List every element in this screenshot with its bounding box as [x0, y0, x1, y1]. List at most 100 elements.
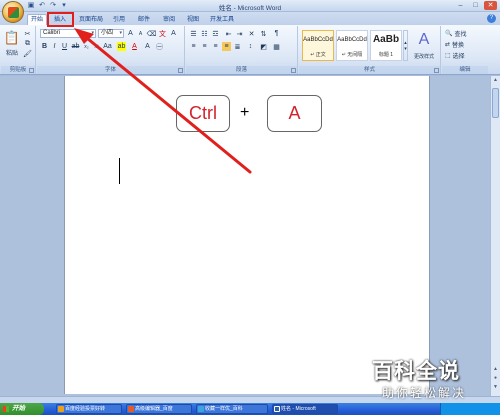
select-button[interactable]: ⬚ 选择	[445, 51, 465, 60]
font-color-icon[interactable]: A	[130, 42, 139, 51]
align-right-icon[interactable]: ≡	[211, 42, 220, 51]
show-marks-icon[interactable]: ¶	[272, 29, 281, 38]
tab-view[interactable]: 视图	[184, 15, 202, 25]
cut-icon[interactable]: ✂	[23, 29, 32, 38]
change-styles-icon[interactable]: A	[410, 30, 438, 50]
close-button[interactable]: ✕	[484, 1, 497, 10]
tab-home[interactable]: 开始	[27, 14, 47, 25]
ctrl-key-graphic: Ctrl	[176, 95, 230, 132]
window-controls: – □ ✕	[454, 1, 497, 10]
font-name-combo[interactable]: Calibri ▾	[40, 29, 96, 38]
multilevel-list-icon[interactable]: ☲	[211, 29, 220, 38]
sort-icon[interactable]: ⇅	[259, 29, 268, 38]
change-styles-label[interactable]: 更改样式	[408, 51, 440, 61]
taskbar-item-label: 姓名 - Microsoft	[281, 406, 316, 412]
style-sample: AaBb	[372, 34, 400, 45]
tab-review[interactable]: 审阅	[160, 15, 178, 25]
taskbar-item[interactable]: 高级编辑器_百度	[126, 404, 192, 414]
paste-icon[interactable]: 📋	[4, 29, 20, 47]
find-icon: 🔍	[445, 31, 453, 37]
increase-indent-icon[interactable]: ⇥	[235, 29, 244, 38]
shading-icon[interactable]: ◩	[259, 42, 268, 51]
watermark: 百科全说 助你轻松解决	[372, 355, 492, 400]
taskbar-item[interactable]: 收藏一样优_百科	[196, 404, 268, 414]
document-page[interactable]	[64, 76, 430, 394]
align-center-icon[interactable]: ≡	[200, 42, 209, 51]
superscript-icon[interactable]: x²	[92, 42, 101, 51]
scroll-up-icon[interactable]: ▲	[492, 77, 499, 85]
taskbar-item-label: 百度经验投票好转	[65, 406, 106, 412]
app-icon	[128, 406, 134, 412]
office-button[interactable]	[2, 1, 24, 23]
style-name: 标题 1	[378, 52, 394, 58]
chinese-layout-icon[interactable]: ✕	[247, 29, 256, 38]
paragraph-dialog-launcher[interactable]	[291, 68, 296, 73]
align-left-icon[interactable]: ≡	[189, 42, 198, 51]
insert-tab-highlight	[47, 12, 74, 27]
styles-group-label: 样式	[299, 66, 440, 74]
numbering-icon[interactable]: ☷	[200, 29, 209, 38]
style-sample: AaBbCcDd	[337, 37, 367, 43]
style-name: ↵ 无间隔	[341, 52, 363, 58]
enclose-chars-icon[interactable]: ㊀	[155, 42, 164, 51]
bullets-icon[interactable]: ☰	[189, 29, 198, 38]
vertical-scrollbar[interactable]: ▲ ▲ ● ▼	[490, 76, 500, 396]
style-normal[interactable]: AaBbCcDd ↵ 正文	[302, 30, 334, 61]
decrease-indent-icon[interactable]: ⇤	[224, 29, 233, 38]
font-size-combo[interactable]: 小四 ▾	[98, 29, 124, 38]
phonetic-guide-icon[interactable]: 文	[158, 29, 167, 38]
tab-developer[interactable]: 开发工具	[208, 15, 236, 25]
tab-mailings[interactable]: 邮件	[135, 15, 153, 25]
chevron-down-icon: ▾	[119, 30, 122, 36]
clear-formatting-icon[interactable]: ⌫	[147, 29, 157, 38]
taskbar-item-label: 收藏一样优_百科	[205, 406, 243, 412]
change-case-icon[interactable]: Aa	[103, 42, 112, 51]
style-no-spacing[interactable]: AaBbCcDd ↵ 无间隔	[336, 30, 368, 61]
bold-icon[interactable]: B	[40, 42, 49, 51]
format-painter-icon[interactable]: 🖌	[23, 49, 32, 58]
ribbon-tabs: 开始 插入 页面布局 引用 邮件 审阅 视图 开发工具 ?	[0, 12, 500, 25]
strikethrough-icon[interactable]: ab	[71, 42, 80, 51]
minimize-button[interactable]: –	[454, 1, 467, 10]
borders-icon[interactable]: ▦	[272, 42, 281, 51]
watermark-title: 百科全说	[372, 359, 460, 383]
underline-icon[interactable]: U	[60, 42, 69, 51]
style-heading-1[interactable]: AaBb 标题 1	[370, 30, 402, 61]
title-bar: ▣ ↶ ↷ ▾ 姓名 - Microsoft Word – □ ✕	[0, 0, 500, 12]
prev-page-icon[interactable]: ▲	[492, 366, 499, 374]
line-spacing-icon[interactable]: ↕	[246, 42, 255, 51]
browse-object-icon[interactable]: ●	[492, 375, 499, 383]
copy-icon[interactable]: ⧉	[23, 39, 32, 48]
taskbar-item[interactable]: 百度经验投票好转	[56, 404, 122, 414]
replace-button[interactable]: ⇄ 替换	[445, 40, 464, 49]
help-icon[interactable]: ?	[487, 14, 496, 23]
taskbar-item-active[interactable]: 姓名 - Microsoft	[272, 404, 338, 414]
find-button[interactable]: 🔍 查找	[445, 29, 467, 38]
clipboard-dialog-launcher[interactable]	[29, 68, 34, 73]
scroll-thumb[interactable]	[492, 88, 499, 118]
italic-icon[interactable]: I	[50, 42, 59, 51]
style-name: ↵ 正文	[310, 52, 326, 58]
chevron-down-icon: ▾	[91, 30, 94, 36]
start-button[interactable]: 开始	[0, 403, 44, 415]
highlight-icon[interactable]: ab	[117, 42, 126, 51]
tab-references[interactable]: 引用	[110, 15, 128, 25]
font-dialog-launcher[interactable]	[178, 68, 183, 73]
justify-icon[interactable]: ≡	[222, 42, 231, 51]
next-page-icon[interactable]: ▼	[492, 384, 499, 392]
clipboard-group: 📋 粘贴 ✂ ⧉ 🖌 剪贴板	[1, 26, 36, 74]
subscript-icon[interactable]: x₂	[82, 42, 91, 51]
maximize-button[interactable]: □	[469, 1, 482, 10]
styles-group: AaBbCcDd ↵ 正文 AaBbCcDd ↵ 无间隔 AaBb 标题 1 ▴…	[299, 26, 441, 74]
tab-page-layout[interactable]: 页面布局	[77, 15, 105, 25]
editing-group-label: 编辑	[442, 66, 488, 74]
editing-group: 🔍 查找 ⇄ 替换 ⬚ 选择 编辑	[442, 26, 488, 74]
paste-button-label[interactable]: 粘贴	[4, 48, 20, 57]
select-label: 选择	[452, 54, 465, 60]
shrink-font-icon[interactable]: A	[136, 29, 145, 38]
grow-font-icon[interactable]: A	[126, 29, 135, 38]
styles-dialog-launcher[interactable]	[434, 68, 439, 73]
distributed-icon[interactable]: ≣	[233, 42, 242, 51]
char-shading-icon[interactable]: A	[143, 42, 152, 51]
char-border-icon[interactable]: A	[169, 29, 178, 38]
